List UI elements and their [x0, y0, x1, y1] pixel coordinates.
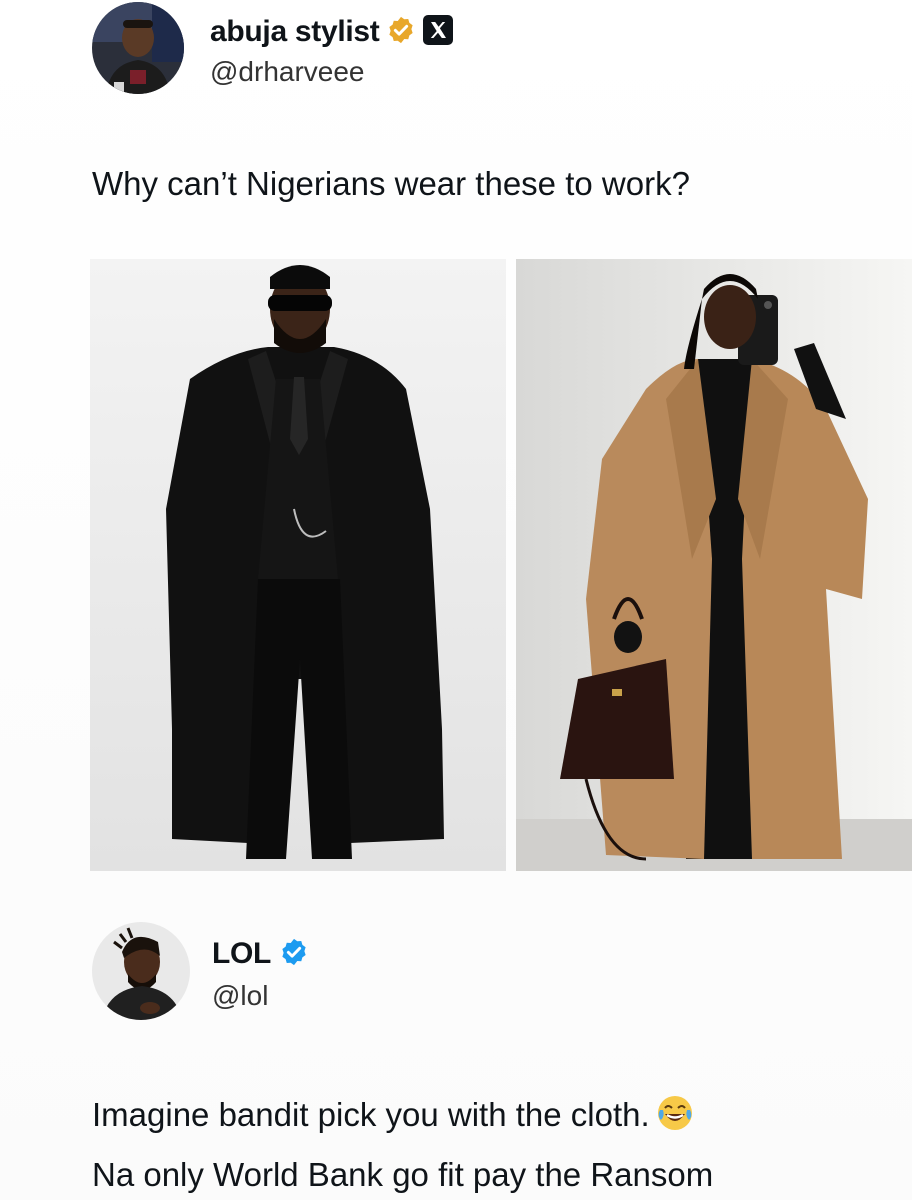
- reply-author-avatar[interactable]: [92, 922, 190, 1020]
- post-text: Why can’t Nigerians wear these to work?: [92, 165, 690, 202]
- media-photo-man[interactable]: [90, 259, 506, 871]
- screenshot-page: abuja stylist @drharveee Why can’t Niger…: [0, 0, 912, 1200]
- reply-name-row: LOL: [212, 934, 309, 974]
- reply-text: Imagine bandit pick you with the cloth. …: [92, 1088, 892, 1202]
- woman-camel-coat-photo: [516, 259, 912, 871]
- author-handle[interactable]: @drharveee: [210, 56, 365, 88]
- reply-author-display-name[interactable]: LOL: [212, 937, 271, 971]
- post-header: abuja stylist @drharveee: [92, 0, 892, 96]
- media-photo-woman[interactable]: [516, 259, 912, 871]
- author-name-row: abuja stylist: [210, 10, 454, 54]
- reply-author-handle[interactable]: @lol: [212, 980, 268, 1012]
- author-avatar[interactable]: [92, 2, 184, 94]
- author-avatar-photo: [92, 2, 184, 94]
- post-media-grid: [90, 259, 912, 871]
- reply-avatar-photo: [92, 922, 190, 1020]
- man-black-overcoat-photo: [90, 259, 506, 871]
- author-display-name[interactable]: abuja stylist: [210, 15, 380, 49]
- gold-verified-badge-icon: [386, 15, 416, 50]
- x-logo-icon: [422, 14, 454, 51]
- tears-of-joy-emoji-icon: [656, 1094, 694, 1148]
- reply-text-line-1: Imagine bandit pick you with the cloth.: [92, 1088, 892, 1148]
- reply-text-line-2: Na only World Bank go fit pay the Ransom: [92, 1156, 714, 1193]
- blue-verified-badge-icon: [279, 937, 309, 972]
- reply-text-line-1-content: Imagine bandit pick you with the cloth.: [92, 1096, 650, 1133]
